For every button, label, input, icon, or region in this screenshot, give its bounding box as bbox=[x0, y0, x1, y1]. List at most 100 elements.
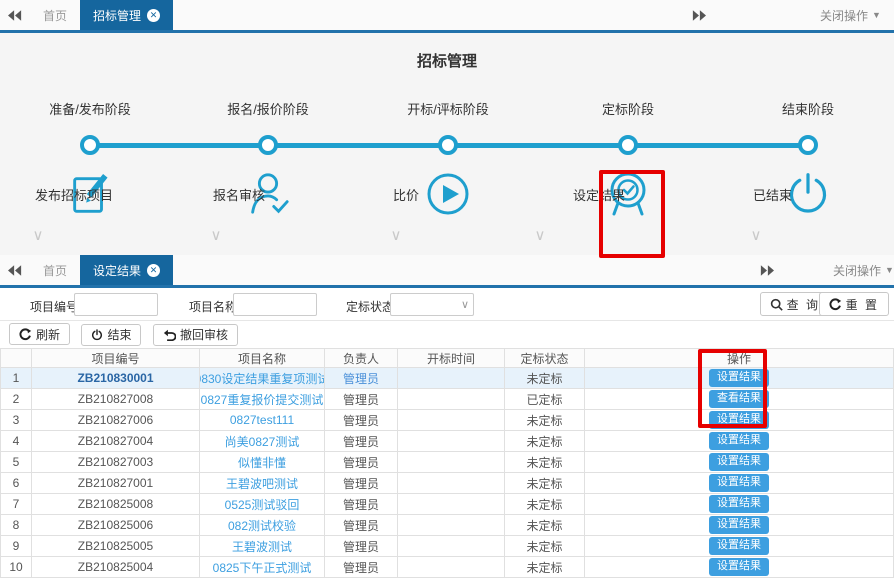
status-cell: 未定标 bbox=[505, 368, 585, 389]
project-name-link[interactable]: 王碧波测试 bbox=[200, 536, 325, 557]
action-cell: 设置结果 bbox=[585, 410, 894, 431]
table-row[interactable]: 5 ZB210827003 似懂非懂 管理员 未定标 设置结果 bbox=[0, 452, 894, 473]
row-index: 5 bbox=[0, 452, 32, 473]
project-name-link[interactable]: 0827test111 bbox=[200, 410, 325, 431]
reset-button-label: 重 置 bbox=[846, 296, 879, 313]
table-row[interactable]: 1 ZB210830001 0830设定结果重复项测试 管理员 未定标 设置结果 bbox=[0, 368, 894, 389]
project-code-cell: ZB210827006 bbox=[32, 410, 200, 431]
tabs-scroll-left-icon[interactable] bbox=[0, 0, 30, 30]
step-publish-project[interactable]: 发布招标项目 bbox=[35, 169, 145, 226]
row-index: 4 bbox=[0, 431, 32, 452]
set-result-button[interactable]: 设置结果 bbox=[709, 474, 769, 491]
step-label: 已结束 bbox=[753, 185, 792, 204]
status-cell: 未定标 bbox=[505, 473, 585, 494]
refresh-button[interactable]: 刷新 bbox=[9, 323, 70, 345]
open-time-cell bbox=[398, 557, 505, 578]
owner-cell: 管理员 bbox=[325, 431, 398, 452]
table-row[interactable]: 4 ZB210827004 尚美0827测试 管理员 未定标 设置结果 bbox=[0, 431, 894, 452]
project-code-input[interactable] bbox=[74, 293, 158, 316]
open-time-cell bbox=[398, 368, 505, 389]
step-compare-price[interactable]: 比价 bbox=[393, 169, 503, 226]
status-cell: 未定标 bbox=[505, 557, 585, 578]
open-time-cell bbox=[398, 410, 505, 431]
open-time-cell bbox=[398, 494, 505, 515]
tab-home[interactable]: 首页 bbox=[30, 0, 80, 30]
project-name-link[interactable]: 似懂非懂 bbox=[200, 452, 325, 473]
reset-button[interactable]: 重 置 bbox=[819, 292, 889, 316]
owner-cell: 管理员 bbox=[325, 410, 398, 431]
set-result-button[interactable]: 设置结果 bbox=[709, 432, 769, 449]
power-icon bbox=[786, 169, 830, 221]
project-code-cell: ZB210825004 bbox=[32, 557, 200, 578]
project-code-cell: ZB210830001 bbox=[32, 368, 200, 389]
view-result-button[interactable]: 查看结果 bbox=[709, 390, 769, 407]
power-icon bbox=[91, 329, 103, 341]
status-select[interactable]: ∨ bbox=[390, 293, 474, 316]
header-project-code: 项目编号 bbox=[32, 349, 200, 368]
project-name-link[interactable]: 0525测试驳回 bbox=[200, 494, 325, 515]
table-header-row: 项目编号 项目名称 负责人 开标时间 定标状态 操作 bbox=[0, 348, 894, 368]
table-row[interactable]: 2 ZB210827008 0827重复报价提交测试 管理员 已定标 查看结果 bbox=[0, 389, 894, 410]
action-cell: 设置结果 bbox=[585, 515, 894, 536]
project-code-cell: ZB210825006 bbox=[32, 515, 200, 536]
set-result-button[interactable]: 设置结果 bbox=[709, 537, 769, 554]
tab-set-result[interactable]: 设定结果 ✕ bbox=[80, 255, 173, 285]
project-name-link[interactable]: 082测试校验 bbox=[200, 515, 325, 536]
stage-label-signup: 报名/报价阶段 bbox=[227, 99, 309, 118]
caret-down-icon: ▼ bbox=[885, 265, 894, 275]
action-cell: 设置结果 bbox=[585, 557, 894, 578]
step-finished[interactable]: 已结束 bbox=[753, 169, 863, 226]
set-result-button[interactable]: 设置结果 bbox=[709, 369, 769, 386]
tab-home-inner[interactable]: 首页 bbox=[30, 255, 80, 285]
project-code-cell: ZB210825005 bbox=[32, 536, 200, 557]
project-name-link[interactable]: 尚美0827测试 bbox=[200, 431, 325, 452]
step-set-result[interactable]: 设定结果 bbox=[573, 169, 683, 226]
project-code-cell: ZB210827004 bbox=[32, 431, 200, 452]
set-result-button[interactable]: 设置结果 bbox=[709, 453, 769, 470]
step-label: 比价 bbox=[393, 185, 419, 204]
status-cell: 未定标 bbox=[505, 494, 585, 515]
status-cell: 未定标 bbox=[505, 431, 585, 452]
withdraw-review-button[interactable]: 撤回审核 bbox=[153, 324, 238, 346]
inner-tabbar: 首页 设定结果 ✕ 关闭操作 ▼ bbox=[0, 255, 894, 288]
tabs-scroll-right-icon[interactable] bbox=[752, 265, 782, 276]
refresh-icon bbox=[19, 328, 32, 341]
set-result-button[interactable]: 设置结果 bbox=[709, 411, 769, 428]
project-name-link[interactable]: 0830设定结果重复项测试 bbox=[200, 368, 325, 389]
project-name-link[interactable]: 王碧波吧测试 bbox=[200, 473, 325, 494]
inner-tabbar-right bbox=[752, 255, 782, 285]
header-actions: 操作 bbox=[585, 349, 894, 368]
step-signup-review[interactable]: 报名审核 bbox=[213, 169, 323, 226]
set-result-button[interactable]: 设置结果 bbox=[709, 495, 769, 512]
timeline-dot-2 bbox=[258, 135, 278, 155]
project-name-link[interactable]: 0827重复报价提交测试 bbox=[200, 389, 325, 410]
refresh-icon bbox=[829, 298, 842, 311]
table-row[interactable]: 3 ZB210827006 0827test111 管理员 未定标 设置结果 bbox=[0, 410, 894, 431]
tab-bidding-management[interactable]: 招标管理 ✕ bbox=[80, 0, 173, 30]
status-cell: 未定标 bbox=[505, 536, 585, 557]
set-result-button[interactable]: 设置结果 bbox=[709, 516, 769, 533]
table-row[interactable]: 9 ZB210825005 王碧波测试 管理员 未定标 设置结果 bbox=[0, 536, 894, 557]
open-time-cell bbox=[398, 473, 505, 494]
project-name-input[interactable] bbox=[233, 293, 317, 316]
table-row[interactable]: 6 ZB210827001 王碧波吧测试 管理员 未定标 设置结果 bbox=[0, 473, 894, 494]
close-operations-menu[interactable]: 关闭操作 ▼ bbox=[820, 0, 881, 30]
tabs-scroll-left-icon[interactable] bbox=[0, 255, 30, 285]
tabs-scroll-right-icon[interactable] bbox=[684, 10, 714, 21]
row-index: 3 bbox=[0, 410, 32, 431]
timeline-dot-5 bbox=[798, 135, 818, 155]
table-row[interactable]: 7 ZB210825008 0525测试驳回 管理员 未定标 设置结果 bbox=[0, 494, 894, 515]
finish-button[interactable]: 结束 bbox=[81, 324, 141, 346]
table-row[interactable]: 10 ZB210825004 0825下午正式测试 管理员 未定标 设置结果 bbox=[0, 557, 894, 578]
close-operations-menu-inner[interactable]: 关闭操作 ▼ bbox=[833, 255, 894, 285]
tab-close-icon[interactable]: ✕ bbox=[147, 9, 160, 22]
owner-cell: 管理员 bbox=[325, 494, 398, 515]
tab-close-icon[interactable]: ✕ bbox=[147, 264, 160, 277]
table-row[interactable]: 8 ZB210825006 082测试校验 管理员 未定标 设置结果 bbox=[0, 515, 894, 536]
set-result-button[interactable]: 设置结果 bbox=[709, 558, 769, 575]
action-cell: 设置结果 bbox=[585, 368, 894, 389]
table-body: 1 ZB210830001 0830设定结果重复项测试 管理员 未定标 设置结果… bbox=[0, 368, 894, 578]
action-cell: 设置结果 bbox=[585, 494, 894, 515]
project-name-link[interactable]: 0825下午正式测试 bbox=[200, 557, 325, 578]
action-cell: 查看结果 bbox=[585, 389, 894, 410]
